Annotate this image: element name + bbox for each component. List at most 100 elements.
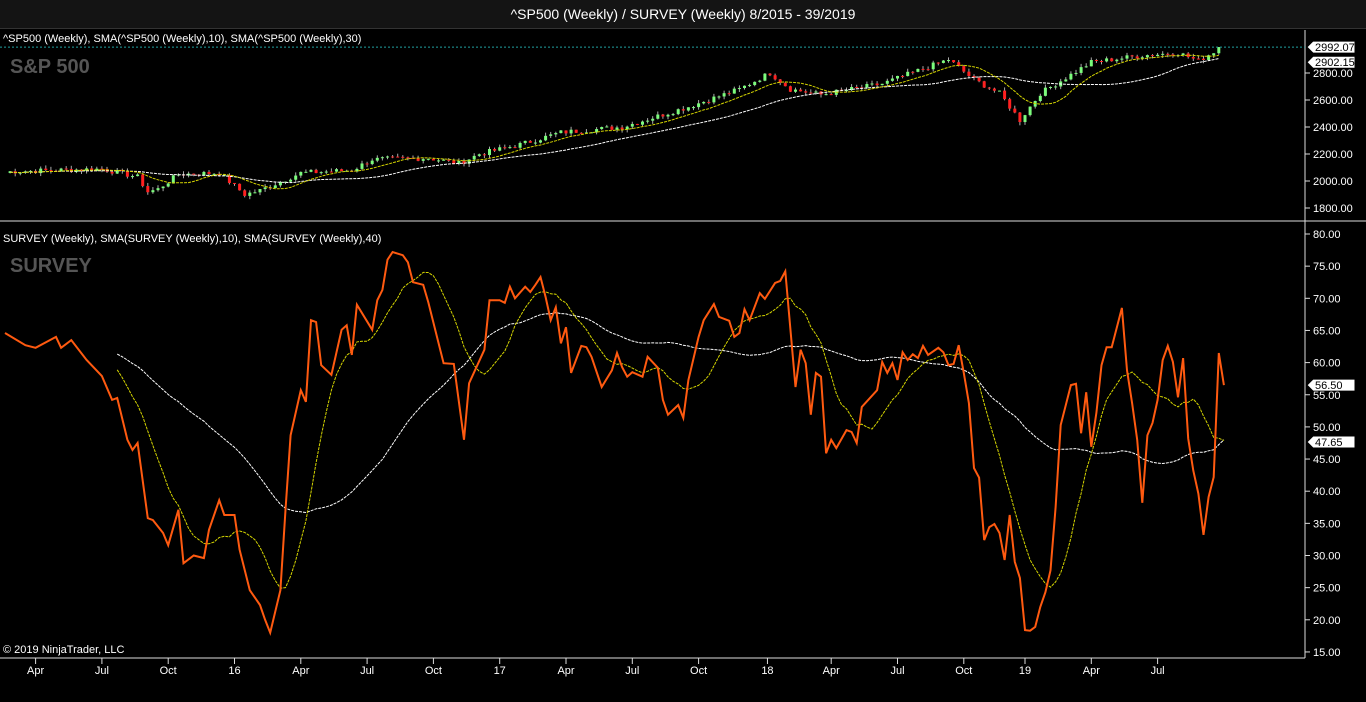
- sp500-panel-header: ^SP500 (Weekly), SMA(^SP500 (Weekly),10)…: [3, 33, 361, 45]
- survey-last-value-label: 56.50: [1315, 380, 1343, 392]
- survey-y-tick-label: 25.00: [1313, 583, 1341, 595]
- candle-body: [472, 155, 476, 160]
- x-tick-label: 18: [761, 665, 773, 677]
- sp500-y-tick-label: 2400.00: [1313, 122, 1353, 134]
- candle-body: [1196, 58, 1200, 60]
- candle-body: [365, 163, 369, 165]
- candle-body: [1135, 56, 1139, 59]
- candle-body: [44, 168, 48, 171]
- sp500-sma30-line: [10, 58, 1219, 184]
- x-tick-label: Apr: [557, 665, 574, 677]
- x-tick-label: Oct: [160, 665, 177, 677]
- sp500-y-tick-label: 2600.00: [1313, 95, 1353, 107]
- candle-body: [855, 87, 859, 89]
- candle-body: [809, 92, 813, 94]
- candle-body: [635, 123, 639, 125]
- candle-body: [697, 103, 701, 108]
- candle-body: [482, 154, 486, 156]
- candle-body: [967, 71, 971, 77]
- candle-body: [375, 157, 379, 161]
- candle-body: [1212, 53, 1216, 56]
- survey-y-tick-label: 60.00: [1313, 358, 1341, 370]
- candle-body: [1094, 59, 1098, 61]
- candle-body: [1217, 47, 1221, 54]
- candle-body: [1084, 66, 1088, 68]
- candle-body: [615, 127, 619, 130]
- candle-body: [437, 160, 440, 162]
- candle-body: [702, 101, 706, 104]
- candle-body: [156, 188, 160, 191]
- candle-body: [569, 129, 573, 134]
- candle-body: [1018, 112, 1022, 123]
- candle-body: [992, 88, 996, 91]
- survey-y-tick-label: 70.00: [1313, 293, 1341, 305]
- candle-body: [401, 156, 405, 158]
- x-tick-label: Jul: [95, 665, 109, 677]
- candle-body: [641, 121, 644, 125]
- x-tick-label: Jul: [625, 665, 639, 677]
- candle-body: [804, 91, 808, 93]
- candle-body: [1120, 58, 1124, 60]
- candle-body: [39, 168, 43, 174]
- candle-body: [1156, 54, 1160, 57]
- candle-body: [564, 130, 568, 134]
- candle-body: [610, 126, 614, 130]
- survey-y-tick-label: 40.00: [1313, 486, 1341, 498]
- survey-panel-label: SURVEY: [10, 255, 93, 277]
- candle-body: [396, 156, 400, 158]
- candle-body: [544, 135, 548, 141]
- candle-body: [947, 60, 950, 62]
- candle-body: [559, 130, 563, 134]
- candle-body: [161, 186, 165, 189]
- chart-canvas[interactable]: ^SP500 (Weekly), SMA(^SP500 (Weekly),10)…: [0, 0, 1366, 702]
- candle-body: [763, 73, 767, 81]
- candle-body: [1166, 53, 1170, 55]
- candle-body: [768, 73, 772, 76]
- candle-body: [865, 83, 869, 88]
- candle-body: [656, 114, 660, 119]
- candle-body: [1074, 72, 1078, 74]
- survey-line: [4, 250, 1225, 637]
- candle-body: [238, 183, 242, 191]
- sp500-panel-label: S&P 500: [10, 56, 90, 78]
- candle-body: [273, 185, 277, 189]
- x-tick-label: Jul: [890, 665, 904, 677]
- x-tick-label: Apr: [27, 665, 44, 677]
- candle-body: [539, 140, 542, 143]
- candle-body: [574, 129, 578, 133]
- candle-body: [192, 173, 196, 175]
- candle-body: [630, 123, 634, 127]
- candle-body: [263, 187, 267, 190]
- candle-body: [605, 126, 609, 128]
- candle-body: [788, 86, 792, 92]
- sp500-sma10-line: [10, 54, 1219, 190]
- candle-body: [600, 127, 604, 130]
- candle-body: [941, 60, 945, 63]
- candle-body: [661, 114, 665, 117]
- candle-body: [1145, 55, 1149, 58]
- candle-body: [875, 83, 879, 86]
- candle-body: [146, 186, 150, 193]
- candle-body: [64, 168, 68, 170]
- candle-body: [753, 81, 757, 86]
- candle-body: [493, 148, 497, 151]
- candle-body: [503, 147, 507, 149]
- candle-body: [727, 93, 731, 95]
- survey-y-tick-label: 50.00: [1313, 422, 1341, 434]
- candle-body: [1069, 73, 1073, 80]
- candle-body: [982, 81, 986, 88]
- survey-panel-header: SURVEY (Weekly), SMA(SURVEY (Weekly),10)…: [3, 233, 381, 245]
- candle-body: [931, 62, 935, 70]
- candle-body: [253, 192, 257, 194]
- candle-body: [324, 171, 328, 173]
- candle-body: [901, 75, 905, 77]
- candle-body: [380, 157, 384, 159]
- candle-body: [523, 140, 527, 143]
- candle-body: [131, 176, 134, 178]
- candle-body: [299, 171, 303, 176]
- candle-body: [1038, 95, 1042, 101]
- candle-body: [987, 87, 991, 89]
- x-tick-label: Apr: [1083, 665, 1100, 677]
- candle-body: [646, 120, 650, 122]
- candle-body: [1130, 55, 1134, 57]
